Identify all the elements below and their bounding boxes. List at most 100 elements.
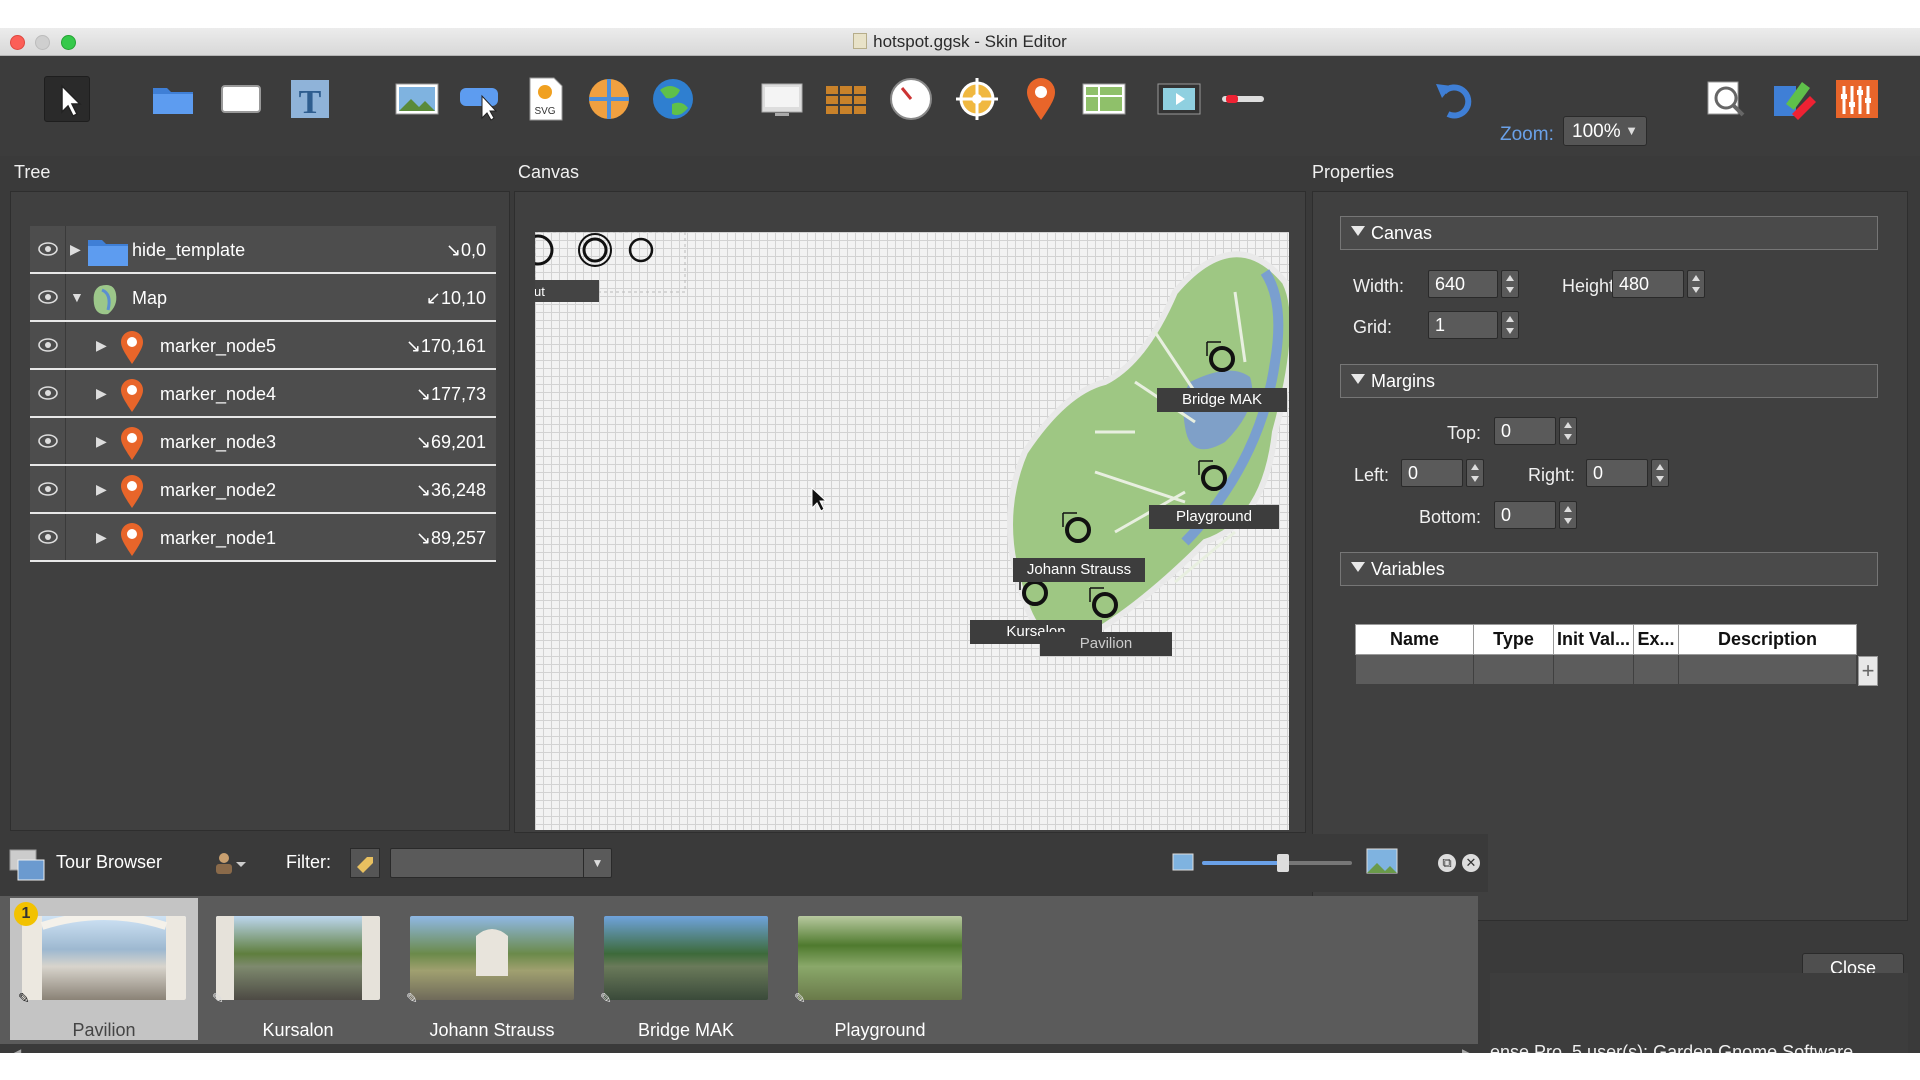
eye-icon[interactable]	[30, 226, 66, 272]
small-thumb-icon	[1172, 853, 1194, 876]
stepper-icon[interactable]	[1687, 270, 1705, 298]
tree-row[interactable]: ▶ hide_template ↘0,0	[30, 226, 496, 274]
palette-tool-icon[interactable]	[1770, 76, 1816, 122]
eye-icon[interactable]	[30, 322, 66, 368]
thumbnail-item[interactable]: ✎ Johann Strauss	[398, 898, 586, 1040]
disclosure-right-icon[interactable]: ▶	[96, 481, 107, 498]
tree-row[interactable]: ▶ marker_node5 ↘170,161	[30, 322, 496, 370]
marker-icon	[120, 378, 144, 417]
text-tool-icon[interactable]: T	[287, 76, 333, 122]
folder-container-icon[interactable]	[150, 76, 196, 122]
table-cell[interactable]	[1355, 654, 1474, 685]
image-tool-icon[interactable]	[394, 76, 440, 122]
table-row[interactable]	[1355, 654, 1857, 685]
thumbnail-item[interactable]: ✎ Playground	[786, 898, 974, 1040]
disclosure-right-icon[interactable]: ▶	[96, 433, 107, 450]
button-tool-icon[interactable]	[458, 76, 504, 122]
crosshair-tool-icon[interactable]	[954, 76, 1000, 122]
stepper-icon[interactable]	[1466, 459, 1484, 487]
tour-browser-title: Tour Browser	[56, 852, 163, 872]
height-field[interactable]: 480	[1612, 270, 1705, 298]
pin-icon: ✎	[600, 990, 612, 1006]
marker-tool-icon[interactable]	[1018, 76, 1064, 122]
variables-section-header[interactable]: Variables	[1340, 552, 1878, 586]
globe-tool-icon[interactable]	[650, 76, 696, 122]
tree-item-label: marker_node5	[160, 336, 277, 356]
tree-row[interactable]: ▼ Map ↙10,10	[30, 274, 496, 322]
stepper-icon[interactable]	[1501, 270, 1519, 298]
table-cell[interactable]	[1473, 654, 1554, 685]
eye-icon[interactable]	[30, 514, 66, 560]
left-value: 0	[1408, 463, 1419, 483]
map-globe-tool-icon[interactable]	[586, 76, 632, 122]
right-field[interactable]: 0	[1586, 459, 1669, 487]
stepper-icon[interactable]	[1559, 501, 1577, 529]
disclosure-right-icon[interactable]: ▶	[70, 241, 81, 258]
bottom-label: Bottom:	[1419, 507, 1482, 527]
left-field[interactable]: 0	[1401, 459, 1484, 487]
column-header[interactable]: Description	[1678, 624, 1857, 655]
monitor-tool-icon[interactable]	[759, 76, 805, 122]
tree-item-label: marker_node4	[160, 384, 277, 404]
float-panel-icon[interactable]: ⧉	[1438, 854, 1456, 872]
thumbnail-item[interactable]: 1 ✎ Pavilion	[10, 898, 198, 1040]
disclosure-right-icon[interactable]: ▶	[96, 337, 107, 354]
close-panel-icon[interactable]: ✕	[1462, 854, 1480, 872]
height-label: Height:	[1562, 276, 1620, 296]
map-image-tool-icon[interactable]	[1081, 76, 1127, 122]
column-header[interactable]: Name	[1355, 624, 1474, 655]
tree-item-label: marker_node2	[160, 480, 277, 500]
column-header[interactable]: Init Val...	[1553, 624, 1634, 655]
table-cell[interactable]	[1553, 654, 1634, 685]
disclosure-down-icon[interactable]: ▼	[70, 289, 84, 305]
disclosure-right-icon[interactable]: ▶	[96, 529, 107, 546]
thumbnail-label: Playground	[834, 1020, 926, 1040]
eye-icon[interactable]	[30, 466, 66, 512]
video-tool-icon[interactable]	[1156, 76, 1202, 122]
stepper-icon[interactable]	[1559, 417, 1577, 445]
bottom-field[interactable]: 0	[1494, 501, 1577, 529]
width-field[interactable]: 640	[1428, 270, 1519, 298]
eye-icon[interactable]	[30, 418, 66, 464]
select-tool-icon[interactable]	[44, 76, 90, 122]
grid-tool-icon[interactable]	[823, 76, 869, 122]
scrollbar-tool-icon[interactable]	[1220, 76, 1266, 122]
filter-tag-icon[interactable]	[350, 848, 380, 878]
user-dropdown-icon[interactable]	[214, 850, 246, 881]
map-icon	[88, 282, 122, 321]
scroll-left-icon[interactable]: ◀	[12, 1046, 21, 1053]
column-header[interactable]: Ex...	[1633, 624, 1679, 655]
margins-section-header[interactable]: Margins	[1340, 364, 1878, 398]
skin-canvas[interactable]: ut Bridge MAK Playground Johann Strauss …	[535, 232, 1289, 830]
filter-select[interactable]: ▼	[390, 848, 612, 878]
table-cell[interactable]	[1678, 654, 1857, 685]
undo-icon[interactable]	[1432, 76, 1478, 122]
table-cell[interactable]	[1633, 654, 1679, 685]
scroll-right-icon[interactable]: ▶	[1462, 1046, 1471, 1053]
eye-icon[interactable]	[30, 274, 66, 320]
tree-row[interactable]: ▶ marker_node4 ↘177,73	[30, 370, 496, 418]
add-variable-button[interactable]: +	[1858, 656, 1878, 686]
eye-icon[interactable]	[30, 370, 66, 416]
column-header[interactable]: Type	[1473, 624, 1554, 655]
svg-tool-icon[interactable]: SVG	[522, 76, 568, 122]
thumbnail-item[interactable]: ✎ Kursalon	[204, 898, 392, 1040]
config-tool-icon[interactable]	[1834, 76, 1880, 122]
tree-row[interactable]: ▶ marker_node2 ↘36,248	[30, 466, 496, 514]
slider-handle[interactable]	[1277, 854, 1289, 872]
tree-row[interactable]: ▶ marker_node1 ↘89,257	[30, 514, 496, 562]
search-tool-icon[interactable]	[1704, 76, 1750, 122]
marker-icon	[120, 330, 144, 369]
rectangle-tool-icon[interactable]	[218, 76, 264, 122]
canvas-section-header[interactable]: Canvas	[1340, 216, 1878, 250]
timer-tool-icon[interactable]	[888, 76, 934, 122]
zoom-select[interactable]: 100% ▼	[1563, 116, 1647, 146]
top-field[interactable]: 0	[1494, 417, 1577, 445]
tree-row[interactable]: ▶ marker_node3 ↘69,201	[30, 418, 496, 466]
disclosure-right-icon[interactable]: ▶	[96, 385, 107, 402]
license-status: ense Pro, 5 user(s): Garden Gnome Softwa…	[1490, 1042, 1854, 1053]
thumbnail-item[interactable]: ✎ Bridge MAK	[592, 898, 780, 1040]
stepper-icon[interactable]	[1501, 311, 1519, 339]
stepper-icon[interactable]	[1651, 459, 1669, 487]
grid-field[interactable]: 1	[1428, 311, 1519, 339]
